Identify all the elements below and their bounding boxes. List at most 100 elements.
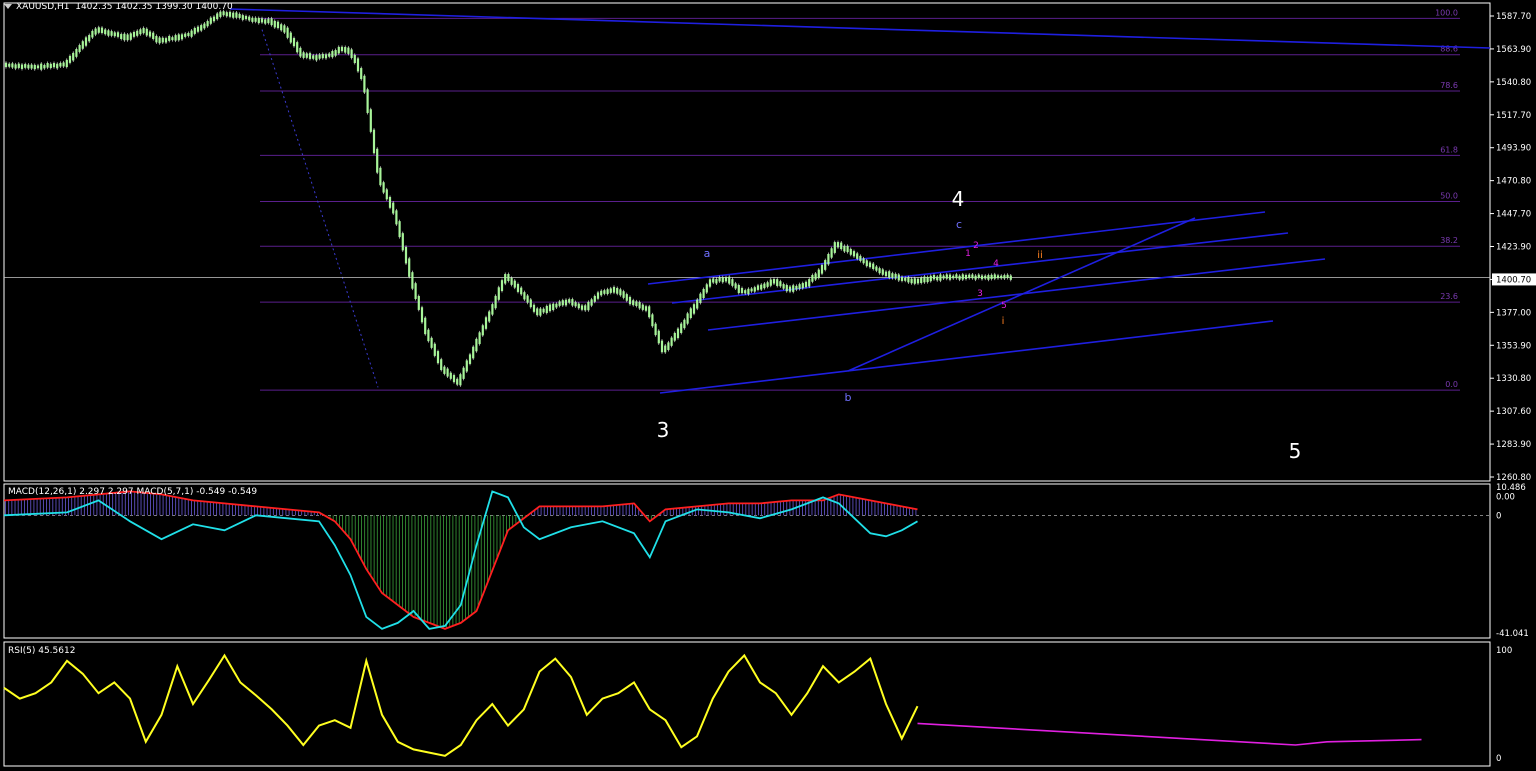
- candle-body: [411, 272, 414, 289]
- candle-body: [532, 304, 536, 312]
- candle-body: [542, 308, 545, 313]
- candle-body: [708, 279, 712, 287]
- candle-body: [113, 32, 116, 37]
- candle-body: [641, 304, 644, 310]
- candle-body: [699, 293, 702, 304]
- candle-body: [212, 16, 216, 22]
- price-axis-label: 1400.70: [1496, 275, 1531, 285]
- symbol-header[interactable]: XAUUSD,H1 1402.35 1402.35 1399.30 1400.7…: [4, 2, 233, 12]
- candle-body: [539, 308, 542, 316]
- candle-body: [564, 299, 568, 306]
- candle-body: [772, 279, 776, 284]
- collapse-icon[interactable]: [4, 4, 12, 9]
- wave-label-s4: 4: [993, 259, 999, 269]
- candle-body: [305, 53, 308, 58]
- chart-stage: 100.0 88.6 78.6 61.8 50.0 38.2 23.6 0.0 345abc1…: [0, 0, 1536, 767]
- candle-body: [568, 299, 571, 303]
- candle-body: [94, 28, 97, 35]
- candle-body: [814, 273, 817, 280]
- candle-body: [507, 274, 510, 281]
- projection-dotted-line: [261, 29, 379, 388]
- candle-body: [638, 302, 641, 309]
- candle-body: [904, 277, 907, 281]
- candle-body: [798, 284, 801, 289]
- candle-body: [686, 313, 689, 324]
- candle-body: [795, 285, 798, 290]
- candle-body: [404, 246, 408, 264]
- wave-label-w5: 5: [1289, 439, 1302, 463]
- candle-body: [475, 338, 478, 352]
- candle-body: [401, 233, 404, 251]
- candle-body: [174, 35, 177, 41]
- candle-body: [625, 294, 628, 301]
- wave-label-b: b: [845, 391, 852, 404]
- candle-body: [964, 274, 968, 280]
- candle-body: [424, 317, 427, 335]
- candle-body: [552, 303, 555, 311]
- candle-body: [785, 285, 788, 292]
- candle-body: [452, 375, 456, 383]
- candle-body: [72, 52, 75, 61]
- candle-body: [465, 360, 468, 372]
- candle-body: [548, 304, 552, 312]
- candle-body: [308, 53, 312, 59]
- candle-body: [324, 54, 328, 59]
- candle-body: [977, 274, 980, 278]
- candle-body: [187, 32, 190, 37]
- wave-label-s1: 1: [965, 249, 971, 259]
- main-pane-frame: [3, 2, 1491, 482]
- candle-body: [644, 306, 648, 311]
- candle-body: [574, 302, 577, 307]
- candle-body: [235, 12, 238, 18]
- candle-body: [577, 303, 580, 309]
- wave-label-ii: ii: [1037, 250, 1043, 261]
- candle-body: [120, 34, 123, 39]
- candle-body: [84, 37, 88, 46]
- candle-body: [664, 345, 667, 353]
- candle-body: [881, 269, 884, 275]
- candle-body: [971, 274, 974, 279]
- candle-body: [436, 351, 440, 364]
- candle-body: [100, 27, 104, 33]
- candle-body: [936, 276, 939, 281]
- candle-body: [689, 308, 692, 319]
- candle-body: [680, 323, 683, 333]
- candle-body: [299, 47, 302, 57]
- candle-body: [88, 35, 91, 42]
- macd-axis-label: 0.00: [1496, 492, 1515, 502]
- candle-body: [398, 221, 401, 238]
- candle-body: [107, 30, 110, 36]
- candle-body: [654, 323, 657, 336]
- candle-body: [414, 283, 417, 299]
- candle-body: [360, 68, 363, 80]
- candle-body: [769, 279, 772, 286]
- candle-body: [27, 64, 30, 69]
- candle-body: [116, 32, 120, 37]
- candle-body: [651, 314, 654, 327]
- candle-body: [52, 63, 56, 68]
- candle-body: [705, 284, 708, 293]
- candle-body: [878, 268, 881, 274]
- candle-body: [302, 52, 305, 58]
- candle-body: [420, 307, 424, 323]
- candle-body: [363, 75, 366, 93]
- rsi-projection-line: [917, 722, 1422, 746]
- candle-body: [792, 285, 795, 292]
- candle-body: [958, 275, 961, 280]
- candle-body: [225, 12, 228, 17]
- candle-body: [824, 260, 827, 270]
- candle-body: [257, 17, 260, 24]
- candle-body: [488, 311, 491, 322]
- candle-body: [142, 27, 145, 34]
- candle-body: [750, 288, 753, 292]
- candle-body: [440, 359, 443, 371]
- candle-body: [366, 89, 369, 113]
- candle-body: [945, 274, 948, 279]
- candle-body: [292, 38, 296, 47]
- candle-body: [516, 284, 520, 292]
- candle-body: [376, 148, 379, 173]
- candle-body: [523, 292, 526, 300]
- candle-body: [171, 37, 174, 41]
- candle-body: [763, 283, 766, 289]
- fib-level-label: 23.6: [1440, 292, 1458, 301]
